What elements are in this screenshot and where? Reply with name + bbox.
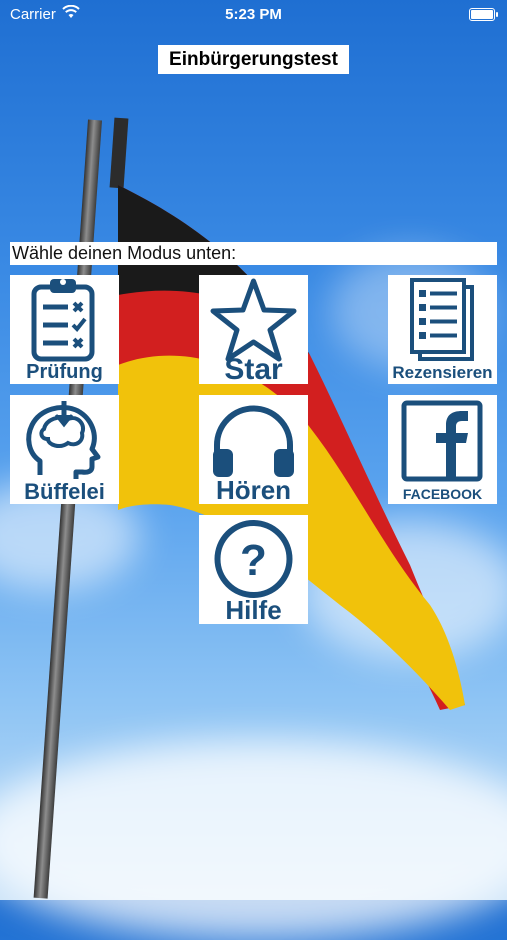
star-button[interactable]: Star: [199, 275, 308, 386]
hilfe-button[interactable]: ? Hilfe: [199, 515, 308, 625]
pruefung-button[interactable]: Prüfung: [10, 275, 119, 384]
facebook-button[interactable]: FACEBOOK: [388, 395, 497, 504]
battery-icon: [469, 8, 498, 21]
svg-text:?: ?: [240, 536, 267, 585]
page-title: Einbürgerungstest: [158, 45, 349, 74]
mode-prompt: Wähle deinen Modus unten:: [10, 242, 497, 265]
facebook-label: FACEBOOK: [402, 486, 483, 502]
hoeren-button[interactable]: Hören: [199, 395, 308, 505]
pruefung-label: Prüfung: [26, 361, 103, 383]
status-bar: Carrier 5:23 PM: [0, 0, 507, 28]
star-label: Star: [224, 353, 283, 386]
flagpole-top: [109, 117, 129, 189]
rezensieren-label: Rezensieren: [392, 363, 493, 382]
hoeren-label: Hören: [215, 475, 292, 505]
clock-time: 5:23 PM: [225, 6, 282, 23]
bueffelei-button[interactable]: Büffelei: [10, 395, 119, 504]
rezensieren-button[interactable]: Rezensieren: [388, 275, 497, 384]
bueffelei-label: Büffelei: [24, 479, 105, 504]
hilfe-label: Hilfe: [225, 595, 282, 625]
